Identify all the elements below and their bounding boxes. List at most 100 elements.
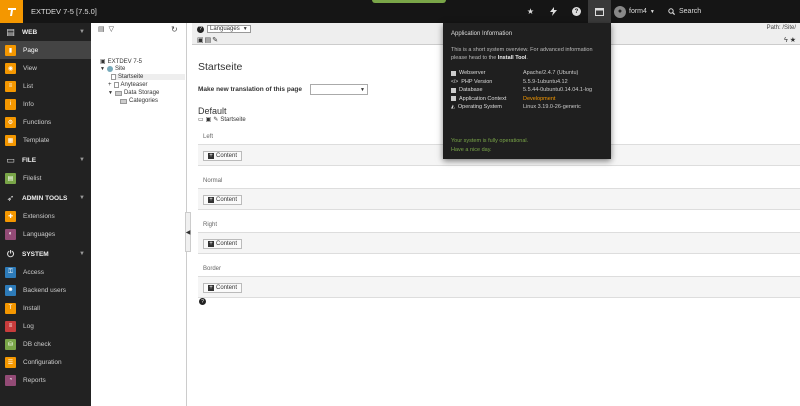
collapse-icon[interactable]: ▼ [108,90,113,96]
linux-icon: ◭ [451,104,455,110]
chevron-down-icon: ▼ [79,195,85,201]
tree-node-site[interactable]: ▼ Site [100,66,125,72]
module-item-reports[interactable]: ◔ Reports [0,371,91,389]
view-page-icon[interactable]: ▣ [197,37,205,44]
module-item-backend-users[interactable]: ☻ Backend users [0,281,91,299]
template-module-icon: ▦ [5,134,16,146]
module-item-languages[interactable]: ◐ Languages [0,225,91,243]
install-module-icon: T [5,302,16,314]
help-icon[interactable]: ? [565,0,588,23]
tree-collapse-handle[interactable]: ◀ [185,212,191,252]
flash-icon[interactable] [542,0,565,23]
search-label: Search [679,8,702,15]
status-indicator [372,0,446,3]
expand-icon[interactable]: + [108,82,112,88]
tree-root[interactable]: ▣ EXTDEV 7-5 [100,58,142,66]
log-module-icon: ≡ [5,320,16,332]
search-toggle[interactable]: Search [668,0,728,23]
column-normal: + Content [198,188,800,210]
edit-icon[interactable]: ✎ [213,116,218,123]
popover-intro: This is a short system overview. For adv… [451,47,593,61]
module-item-list[interactable]: ≡ List [0,77,91,95]
module-item-template[interactable]: ▦ Template [0,131,91,149]
database-icon [451,87,456,93]
column-label-right: Right [203,222,218,228]
right-icons: ϟ ★ [784,36,796,44]
column-border: + Content [198,276,800,298]
module-item-log[interactable]: ≡ Log [0,317,91,335]
context-icon [451,96,456,102]
system-info-list: Webserver Apache/2.4.7 (Ubuntu) </> PHP V… [451,69,606,112]
site-title: EXTDEV 7-5 [7.5.0] [31,7,97,16]
info-row-application-context: Application Context Development [451,95,606,104]
flash-icon[interactable]: ϟ [784,37,788,44]
language-heading: Default [198,106,227,116]
language-page-row: ▭ ▣ ✎ Startseite [198,116,246,124]
folder-icon [114,90,122,96]
help-icon[interactable]: ? [197,25,204,33]
module-item-filelist[interactable]: ▤ Filelist [0,169,91,187]
languages-module-icon: ◐ [5,228,16,240]
add-content-button[interactable]: + Content [203,239,243,249]
install-tool-link[interactable]: Install Tool [498,55,527,61]
system-information-icon[interactable] [588,0,611,23]
module-item-functions[interactable]: ⚙ Functions [0,113,91,131]
info-row-webserver: Webserver Apache/2.4.7 (Ubuntu) [451,69,606,78]
chevron-down-icon: ▼ [242,26,248,32]
access-module-icon: ⚿ [5,266,16,278]
bookmark-star-icon[interactable]: ★ [519,0,542,23]
module-item-configuration[interactable]: ☰ Configuration [0,353,91,371]
module-group-file[interactable]: ▭ FILE ▼ [0,151,91,169]
filter-icon[interactable]: ▽ [109,25,114,33]
module-group-admin-tools[interactable]: ➶ ADMIN TOOLS ▼ [0,189,91,207]
module-group-system[interactable]: ⏻ SYSTEM ▼ [0,245,91,263]
plus-icon: + [208,241,214,247]
plus-icon: + [208,153,214,159]
functions-module-icon: ⚙ [5,116,16,128]
new-page-icon[interactable]: ▤ [98,25,105,33]
add-content-button[interactable]: + Content [203,151,243,161]
view-page-icon[interactable]: ▣ [206,116,212,123]
edit-icon[interactable]: ✎ [212,37,219,44]
module-item-view[interactable]: ◉ View [0,59,91,77]
module-item-install[interactable]: T Install [0,299,91,317]
bookmark-star-icon[interactable]: ★ [790,37,796,44]
info-module-icon: i [5,98,16,110]
plus-icon: + [208,197,214,203]
chevron-left-icon: ◀ [185,229,191,236]
view-icons: ▣▤✎ [197,36,219,44]
tree-node-categories[interactable]: Categories [120,98,158,104]
tree-node-data-storage[interactable]: ▼ Data Storage [108,90,159,96]
server-icon [451,70,456,76]
language-select[interactable]: Languages ▼ [207,25,251,33]
collapse-icon[interactable]: ▼ [100,66,105,72]
refresh-icon[interactable]: ↻ [171,25,178,34]
module-item-db-check[interactable]: ⛁ DB check [0,335,91,353]
module-item-access[interactable]: ⚿ Access [0,263,91,281]
typo3-logo-icon[interactable] [0,0,23,23]
column-label-left: Left [203,134,214,140]
page-icon [111,74,116,80]
system-status-message: Your system is fully operational. Have a… [451,138,529,153]
module-group-web[interactable]: ▤ WEB ▼ [0,23,91,41]
tree-node-startseite[interactable]: Startseite [111,74,185,80]
module-menu: ▤ WEB ▼ ▮ Page ◉ View ≡ List i Info ⚙ Fu… [0,23,91,406]
module-item-extensions[interactable]: ✚ Extensions [0,207,91,225]
list-module-icon: ≡ [5,80,16,92]
translation-select[interactable] [310,84,368,95]
add-content-button[interactable]: + Content [203,195,243,205]
help-icon[interactable]: ? [199,298,206,305]
db-check-module-icon: ⛁ [5,338,16,350]
module-item-info[interactable]: i Info [0,95,91,113]
user-name: form4 [629,8,647,15]
page-tree: ▤ ▽ ↻ ▣ EXTDEV 7-5 ▼ Site Startseite + A… [91,23,187,406]
add-content-button[interactable]: + Content [203,283,243,293]
popover-title: Application Information [451,31,513,37]
translation-label: Make new translation of this page [198,86,303,93]
user-menu[interactable]: ● form4 ▼ [614,0,662,23]
module-item-page[interactable]: ▮ Page [0,41,91,59]
tree-node-anyteaser[interactable]: + Anyteaser [108,82,148,88]
filelist-module-icon: ▤ [5,172,16,184]
system-information-popover: Application Information This is a short … [443,23,611,159]
avatar: ● [614,5,626,18]
